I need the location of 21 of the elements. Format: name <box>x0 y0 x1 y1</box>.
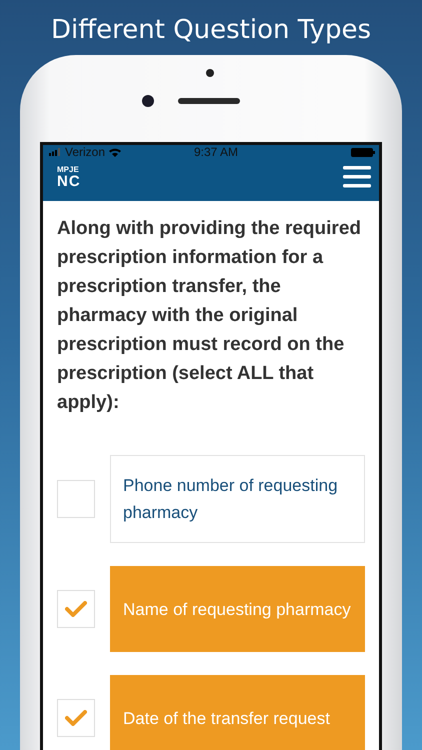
answer-option[interactable]: Phone number of requesting pharmacy <box>110 455 365 543</box>
checkbox[interactable] <box>57 590 95 628</box>
check-icon <box>65 710 87 726</box>
sensor-icon <box>142 95 154 107</box>
speaker-icon <box>178 98 240 104</box>
menu-icon[interactable] <box>343 166 371 188</box>
answer-option[interactable]: Name of requesting pharmacy <box>110 566 365 652</box>
wifi-icon <box>109 148 122 156</box>
headline: Different Question Types <box>50 14 372 47</box>
carrier-name: Verizon <box>65 145 106 159</box>
checkbox[interactable] <box>57 699 95 737</box>
checkbox[interactable] <box>57 480 95 518</box>
status-time: 9:37 AM <box>194 145 240 159</box>
logo-text: NC <box>57 174 81 188</box>
battery-icon <box>351 148 375 156</box>
logo-text: MPJE <box>57 166 80 174</box>
check-icon <box>65 601 87 617</box>
camera-icon <box>206 69 214 77</box>
answer-option[interactable]: Date of the transfer request <box>110 675 365 750</box>
question-text: Along with providing the required prescription information for a prescription transfer, the pharmacy with the original prescription must record on the prescription (select ALL that apply): <box>57 217 362 415</box>
signal-icon <box>49 148 63 156</box>
